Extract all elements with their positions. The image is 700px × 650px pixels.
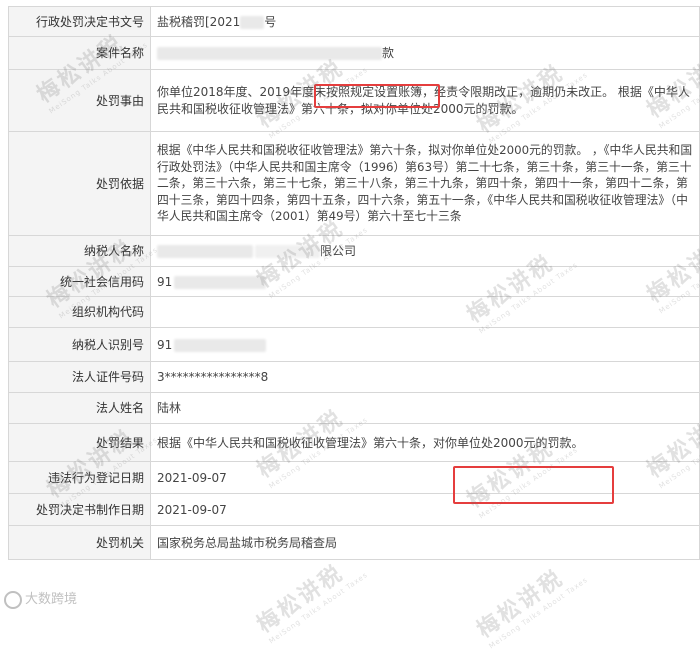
redacted-blur: [157, 47, 382, 60]
row-penalty-authority: 处罚机关 国家税务总局盐城市税务局稽查局: [8, 525, 700, 560]
row-credit-code: 统一社会信用码 91: [8, 266, 700, 297]
value-penalty-basis: 根据《中华人民共和国税收征收管理法》第六十条，拟对你单位处2000元的罚款。 ，…: [150, 131, 700, 236]
credit-code-text: 91: [157, 274, 173, 289]
value-taxpayer-name: 限公司: [150, 235, 700, 267]
label-decision-date: 处罚决定书制作日期: [8, 493, 151, 526]
value-legal-id: 3****************8: [150, 361, 700, 393]
redacted-blur: [240, 15, 265, 29]
watermark: 梅松讲税MeiSong Talks About Taxes: [472, 564, 590, 650]
value-credit-code: 91: [150, 266, 700, 297]
row-taxpayer-id: 纳税人识别号 91: [8, 327, 700, 362]
taxpayer-id-text: 91: [157, 337, 173, 352]
value-violation-date: 2021-09-07: [150, 461, 700, 494]
logo-circle-icon: [4, 590, 22, 609]
decision-number-suffix: 号: [264, 14, 277, 29]
redacted-blur: [157, 245, 253, 258]
label-penalty-authority: 处罚机关: [8, 525, 151, 560]
value-decision-number: 盐税稽罚[2021 号: [150, 6, 700, 37]
label-taxpayer-name: 纳税人名称: [8, 235, 151, 267]
redacted-blur: [255, 245, 320, 258]
label-taxpayer-id: 纳税人识别号: [8, 327, 151, 362]
corner-logo: 大数跨境: [4, 588, 77, 609]
label-credit-code: 统一社会信用码: [8, 266, 151, 297]
redacted-blur: [174, 275, 267, 289]
label-case-name: 案件名称: [8, 36, 151, 70]
label-decision-number: 行政处罚决定书文号: [8, 6, 151, 37]
row-legal-id: 法人证件号码 3****************8: [8, 361, 700, 393]
label-violation-date: 违法行为登记日期: [8, 461, 151, 494]
value-legal-name: 陆林: [150, 392, 700, 424]
row-taxpayer-name: 纳税人名称 限公司: [8, 235, 700, 267]
row-case-name: 案件名称 款: [8, 36, 700, 70]
label-penalty-basis: 处罚依据: [8, 131, 151, 236]
taxpayer-name-suffix: 限公司: [320, 244, 357, 258]
value-decision-date: 2021-09-07: [150, 493, 700, 526]
decision-number-text: 盐税稽罚[2021: [157, 14, 241, 29]
logo-text: 大数跨境: [25, 592, 78, 607]
label-penalty-reason: 处罚事由: [8, 69, 151, 132]
value-org-code: [150, 296, 700, 328]
row-org-code: 组织机构代码: [8, 296, 700, 328]
highlight-box-result: [453, 466, 614, 504]
row-decision-number: 行政处罚决定书文号 盐税稽罚[2021 号: [8, 6, 700, 37]
value-penalty-authority: 国家税务总局盐城市税务局稽查局: [150, 525, 700, 560]
highlight-box-reason: [314, 84, 440, 108]
row-penalty-basis: 处罚依据 根据《中华人民共和国税收征收管理法》第六十条，拟对你单位处2000元的…: [8, 131, 700, 236]
label-penalty-result: 处罚结果: [8, 423, 151, 462]
label-legal-name: 法人姓名: [8, 392, 151, 424]
value-taxpayer-id: 91: [150, 327, 700, 362]
label-org-code: 组织机构代码: [8, 296, 151, 328]
label-legal-id: 法人证件号码: [8, 361, 151, 393]
row-legal-name: 法人姓名 陆林: [8, 392, 700, 424]
row-penalty-result: 处罚结果 根据《中华人民共和国税收征收管理法》第六十条，对你单位处2000元的罚…: [8, 423, 700, 462]
case-name-suffix: 款: [382, 46, 395, 60]
redacted-blur: [174, 338, 267, 352]
value-penalty-result: 根据《中华人民共和国税收征收管理法》第六十条，对你单位处2000元的罚款。: [150, 423, 700, 462]
value-case-name: 款: [150, 36, 700, 70]
